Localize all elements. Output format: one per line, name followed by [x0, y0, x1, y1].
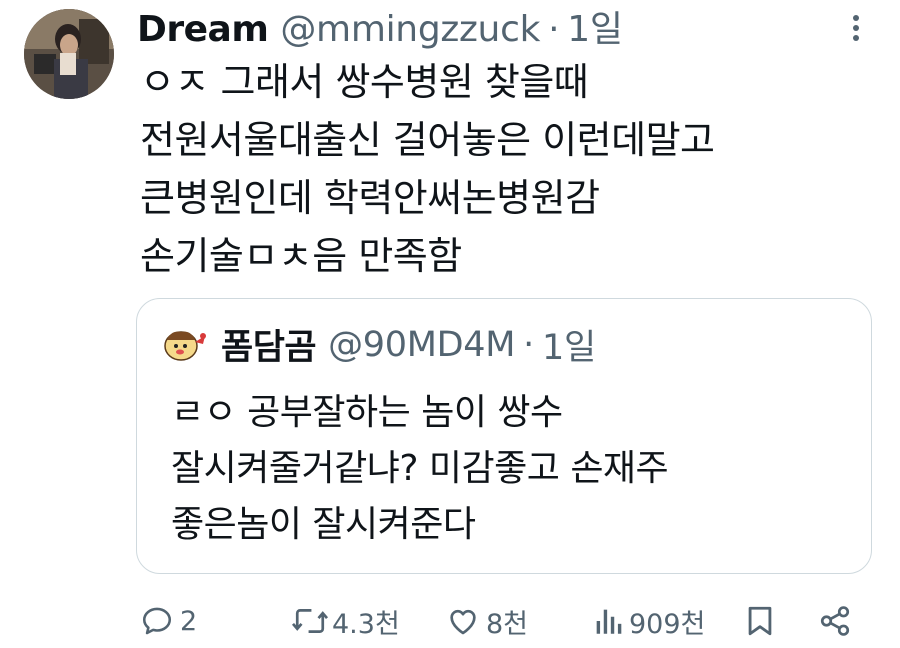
tweet-line: 전원서울대출신 걸어놓은 이런데말고 — [140, 118, 715, 162]
views-icon — [596, 609, 622, 634]
like-button[interactable]: 8천 — [446, 596, 528, 646]
quoted-header: 폼담곰 @90MD4M · 1일 — [161, 319, 596, 370]
quoted-author-name: 폼담곰 — [221, 328, 317, 368]
view-count: 909천 — [629, 608, 706, 640]
separator-dot: · — [548, 9, 560, 50]
like-count: 8천 — [486, 608, 529, 640]
author-handle[interactable]: @mmingzzuck — [280, 9, 540, 50]
tweet-header: Dream @mmingzzuck · 1일 — [137, 0, 623, 50]
quoted-time: 1일 — [542, 328, 596, 368]
reply-button[interactable]: 2 — [140, 596, 197, 646]
tweet-text: ㅇㅈ 그래서 쌍수병원 찾을때 전원서울대출신 걸어놓은 이런데말고 큰병원인데… — [140, 53, 880, 285]
bookmark-icon — [748, 606, 772, 636]
like-icon — [450, 609, 476, 635]
bookmark-button[interactable] — [744, 596, 776, 646]
tweet-line: ㅇㅈ 그래서 쌍수병원 찾을때 — [140, 60, 589, 104]
author-avatar[interactable] — [24, 9, 114, 99]
quoted-line: 잘시켜줄거같냐? 미감좋고 손재주 — [171, 448, 669, 489]
quoted-line: 좋은놈이 잘시켜준다 — [171, 504, 476, 545]
author-name[interactable]: Dream — [137, 9, 269, 50]
quoted-avatar[interactable] — [161, 322, 207, 368]
retweet-count: 4.3천 — [332, 608, 400, 640]
tweet-time[interactable]: 1일 — [567, 0, 623, 52]
quoted-separator-dot: · — [523, 324, 534, 365]
tweet-line: 손기술ㅁㅊ음 만족함 — [140, 234, 462, 278]
retweet-icon — [291, 609, 329, 633]
share-icon — [820, 606, 850, 636]
reply-icon — [142, 607, 172, 635]
reply-count: 2 — [180, 605, 198, 637]
action-bar: 2 4.3천 8천 909천 — [0, 596, 900, 646]
retweet-button[interactable]: 4.3천 — [290, 596, 400, 646]
more-icon[interactable] — [846, 10, 866, 46]
quoted-author-handle: @90MD4M — [328, 324, 516, 365]
quoted-text: ㄹㅇ 공부잘하는 놈이 쌍수 잘시켜줄거같냐? 미감좋고 손재주 좋은놈이 잘시… — [171, 385, 669, 553]
tweet-line: 큰병원인데 학력안써논병원감 — [140, 176, 600, 220]
quoted-line: ㄹㅇ 공부잘하는 놈이 쌍수 — [171, 392, 563, 433]
avatar-photo — [24, 9, 114, 99]
quoted-tweet[interactable]: 폼담곰 @90MD4M · 1일 ㄹㅇ 공부잘하는 놈이 쌍수 잘시켜줄거같냐?… — [136, 298, 872, 574]
views-button[interactable]: 909천 — [593, 596, 705, 646]
share-button[interactable] — [817, 596, 853, 646]
